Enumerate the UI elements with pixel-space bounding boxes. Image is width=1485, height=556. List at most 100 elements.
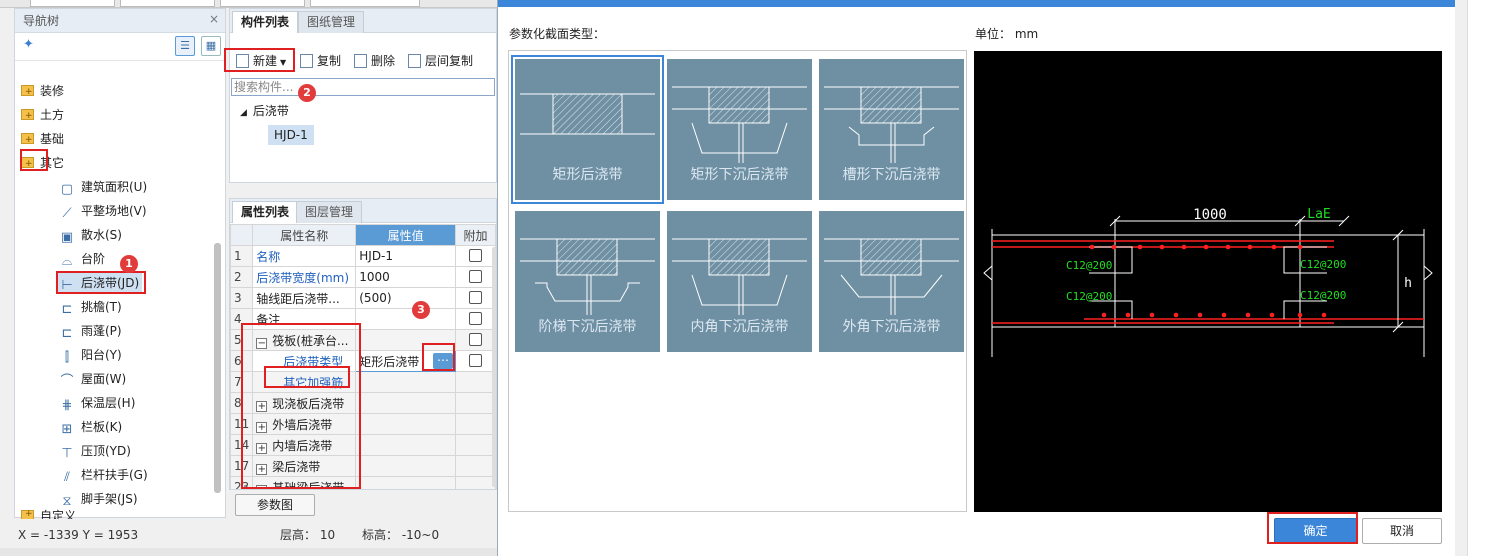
property-value-cell[interactable] (355, 329, 457, 351)
sidebar-item-area[interactable]: ▢ 建筑面积(U) (59, 177, 147, 197)
ellipsis-button[interactable]: ⋯ (433, 353, 454, 369)
floor-copy-icon (408, 54, 421, 68)
expand-icon[interactable]: + (256, 421, 268, 433)
table-row[interactable]: 17 + 梁后浇带 (230, 455, 496, 477)
property-value-cell[interactable] (355, 455, 457, 477)
expand-icon[interactable]: + (256, 463, 268, 475)
property-name: 备注 (256, 312, 281, 327)
expand-icon[interactable]: + (256, 442, 268, 454)
sidebar-item-railing[interactable]: ⫽ 栏杆扶手(G) (59, 465, 148, 485)
property-value-cell[interactable] (355, 371, 457, 393)
section-type-grid: 矩形后浇带 矩形下沉后浇带 槽形下沉后浇带阶梯下沉后浇带 内角下沉后浇带 外角下沉后浇带 (508, 50, 967, 512)
extra-checkbox[interactable] (469, 249, 483, 262)
section-type-option[interactable]: 内角下沉后浇带 (667, 211, 812, 352)
delete-icon (354, 54, 367, 68)
tree-post-cast-root[interactable]: ◢ 后浇带 (240, 101, 289, 121)
param-figure-button[interactable]: 参数图 (235, 494, 315, 516)
property-value-cell[interactable] (355, 476, 457, 489)
new-doc-icon (236, 54, 249, 68)
cancel-button[interactable]: 取消 (1362, 518, 1442, 544)
extra-checkbox[interactable] (469, 312, 483, 325)
sidebar-item-site-level[interactable]: ⟋ 平整场地(V) (59, 201, 146, 221)
extra-checkbox[interactable] (469, 354, 483, 367)
ok-button[interactable]: 确定 (1274, 518, 1357, 544)
extra-cell (455, 476, 496, 489)
tree-folder-custom[interactable]: 自定义 (21, 509, 76, 519)
floor-copy-button[interactable]: 层间复制 (408, 50, 473, 72)
property-name: 其它加强筋 (283, 375, 344, 390)
sidebar-item-parapet[interactable]: ⊞ 栏板(K) (59, 417, 123, 437)
extra-checkbox[interactable] (469, 270, 483, 283)
expand-icon[interactable]: + (256, 484, 268, 489)
floor-height: 层高： 10 (280, 528, 336, 542)
table-row[interactable]: 14 + 内墙后浇带 (230, 434, 496, 456)
extra-checkbox[interactable] (469, 291, 483, 304)
tree-folder-decoration[interactable]: 装修 (21, 81, 64, 102)
sidebar-item-coping[interactable]: ⊤ 压顶(YD) (59, 441, 131, 461)
sidebar-item-eave[interactable]: ⊏ 挑檐(T) (59, 297, 122, 317)
property-value-cell[interactable]: HJD-1 (355, 245, 457, 267)
search-input[interactable]: 搜索构件... (231, 78, 495, 96)
section-type-option[interactable]: 阶梯下沉后浇带 (515, 211, 660, 352)
table-row[interactable]: 4 备注 (230, 308, 496, 330)
copy-button[interactable]: 复制 (300, 50, 341, 72)
tab-component-list[interactable]: 构件列表 (232, 11, 299, 33)
grid-view-icon[interactable]: ▦ (201, 36, 221, 56)
extra-cell (455, 287, 496, 309)
extra-checkbox[interactable] (469, 333, 483, 346)
table-row[interactable]: 23 + 基础梁后浇带 (230, 476, 496, 489)
table-row[interactable]: 11 + 外墙后浇带 (230, 413, 496, 435)
railing-icon: ⫽ (64, 470, 70, 485)
sidebar-item-balcony[interactable]: ⫿ 阳台(Y) (59, 345, 122, 365)
tab-drawing-management[interactable]: 图纸管理 (298, 11, 365, 33)
extra-cell (455, 434, 496, 456)
section-type-option[interactable]: 槽形下沉后浇带 (819, 59, 964, 200)
nav-scrollbar[interactable] (214, 243, 221, 493)
property-value-cell[interactable] (355, 413, 457, 435)
floor-copy-label: 层间复制 (425, 54, 474, 68)
section-type-option[interactable]: 矩形后浇带 (511, 55, 664, 204)
tab-property-list[interactable]: 属性列表 (232, 201, 299, 223)
sidebar-item-insulation[interactable]: ⋕ 保温层(H) (59, 393, 136, 413)
expand-icon[interactable]: + (256, 400, 268, 412)
sidebar-item-apron[interactable]: ▣ 散水(S) (59, 225, 122, 245)
section-type-option[interactable]: 矩形下沉后浇带 (667, 59, 812, 200)
unit-label: 单位： mm (975, 27, 1039, 41)
table-row[interactable]: 8 + 现浇板后浇带 (230, 392, 496, 414)
property-value-cell[interactable] (355, 308, 457, 330)
add-sparkle-icon[interactable]: ✦ (23, 37, 34, 52)
table-row[interactable]: 3 轴线距后浇带... (500) (230, 287, 496, 309)
list-view-icon[interactable]: ☰ (175, 36, 195, 56)
tree-folder-earthwork[interactable]: 土方 (21, 105, 64, 126)
section-type-option[interactable]: 外角下沉后浇带 (819, 211, 964, 352)
new-button[interactable]: 新建 ▼ (236, 50, 286, 72)
tree-item-hjd1[interactable]: HJD-1 (268, 125, 314, 145)
sidebar-item-post-cast-strip[interactable]: ⊢ 后浇带(JD) (56, 273, 143, 293)
property-name: 现浇板后浇带 (272, 396, 345, 411)
table-row[interactable]: 5− 筏板(桩承台... (230, 329, 496, 351)
sidebar-item-scaffold[interactable]: ⧖ 脚手架(JS) (59, 489, 137, 509)
sidebar-item-step[interactable]: ⌓ 台阶 (59, 249, 105, 269)
close-icon[interactable]: × (209, 7, 219, 31)
table-row[interactable]: 2 后浇带宽度(mm) 1000 (230, 266, 496, 288)
property-value-cell[interactable]: 矩形后浇带 ⋯ (355, 350, 457, 372)
property-value-cell[interactable] (355, 434, 457, 456)
property-value-cell[interactable] (355, 392, 457, 414)
tree-folder-foundation[interactable]: 基础 (21, 129, 64, 150)
tree-folder-other[interactable]: 其它 (21, 153, 65, 174)
collapse-icon[interactable]: − (256, 337, 268, 349)
table-row[interactable]: 6 后浇带类型 矩形后浇带 ⋯ (230, 350, 496, 372)
site-level-icon: ⟋ (62, 206, 72, 221)
folder-label: 其它 (40, 156, 65, 170)
area-icon: ▢ (60, 182, 74, 197)
property-value-cell[interactable]: (500) (355, 287, 457, 309)
table-row[interactable]: 7 其它加强筋 (230, 371, 496, 393)
props-scrollbar[interactable] (492, 247, 496, 487)
sidebar-item-roof[interactable]: ⌒ 屋面(W) (59, 369, 126, 389)
table-row[interactable]: 1 名称 HJD-1 (230, 245, 496, 267)
delete-button[interactable]: 删除 (354, 50, 395, 72)
tab-layer-management[interactable]: 图层管理 (296, 201, 363, 223)
sidebar-item-canopy[interactable]: ⊏ 雨蓬(P) (59, 321, 122, 341)
row-number: 1 (230, 245, 254, 267)
property-value-cell[interactable]: 1000 (355, 266, 457, 288)
